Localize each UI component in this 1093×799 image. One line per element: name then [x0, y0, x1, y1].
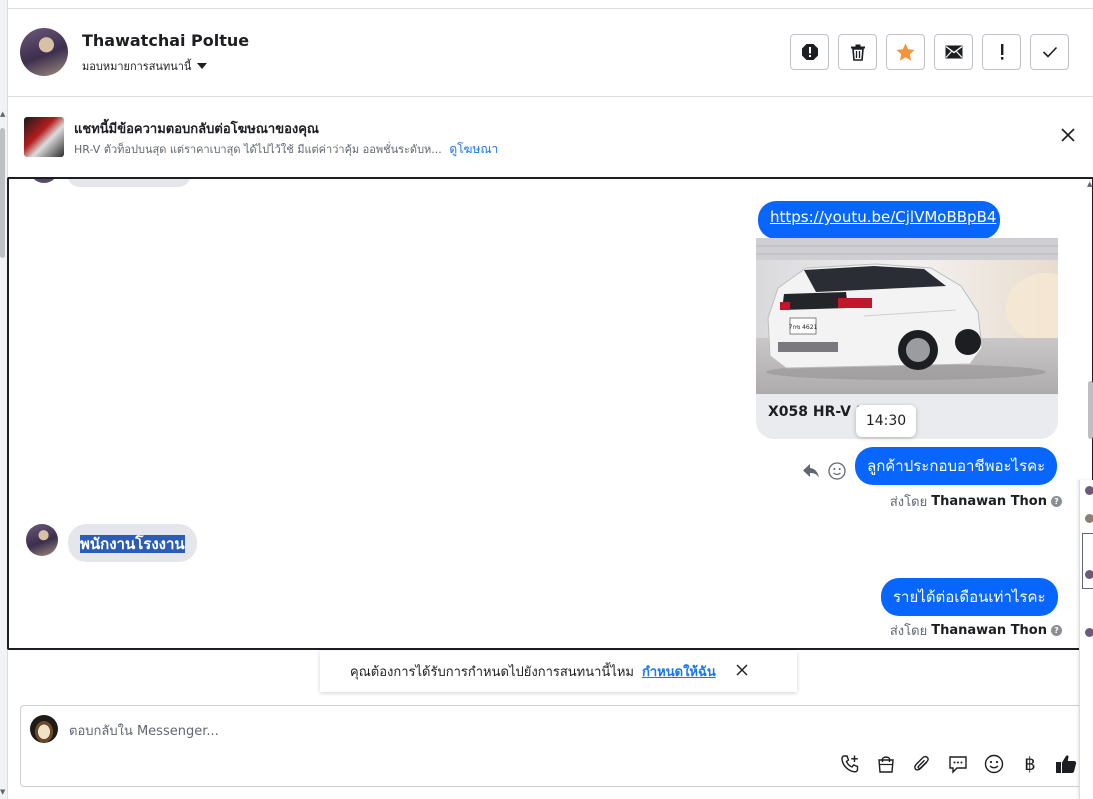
- caret-down-icon: [197, 63, 208, 69]
- incoming-message-text: พนักงานโรงงาน: [80, 535, 185, 553]
- like-button[interactable]: [1055, 753, 1077, 775]
- avatar-fragment-2: [1085, 514, 1093, 523]
- ad-banner-description: HR-V ตัวท็อปบนสุด แต่ราคาเบาสุด ได้ไปไว้…: [74, 140, 498, 159]
- star-button[interactable]: [886, 34, 925, 70]
- thumbs-up-icon: [1056, 755, 1077, 773]
- payment-button[interactable]: ฿: [1019, 753, 1041, 775]
- message-thread[interactable]: https://youtu.be/CjlVMoBBpB4 7กข 4621 X0…: [7, 177, 1093, 650]
- left-scrollbar-thumb[interactable]: [0, 128, 5, 258]
- avatar-fragment: [1085, 486, 1093, 495]
- ad-reply-banner: แชทนี้มีข้อความตอบกลับต่อโฆษณาของคุณ HR-…: [8, 97, 1093, 177]
- delete-button[interactable]: [838, 34, 877, 70]
- paperclip-icon: [914, 755, 929, 771]
- check-icon: [1042, 46, 1057, 58]
- assign-label: มอบหมายการสนทนานี้: [82, 60, 192, 73]
- report-spam-button[interactable]: [790, 34, 829, 70]
- help-icon[interactable]: ?: [1051, 496, 1062, 507]
- incoming-message-bubble[interactable]: พนักงานโรงงาน: [68, 524, 197, 562]
- header-actions: [790, 34, 1069, 70]
- view-ad-link[interactable]: ดูโฆษณา: [449, 142, 498, 156]
- contact-avatar-small[interactable]: [26, 524, 58, 556]
- sent-by-name-2: Thanawan Thon: [931, 623, 1047, 638]
- assign-to-me-prompt: คุณต้องการได้รับการกำหนดไปยังการสนทนานี้…: [320, 651, 797, 692]
- timestamp-tooltip: 14:30: [856, 405, 916, 437]
- panel-item-fragment: [1082, 533, 1093, 589]
- ad-thumbnail[interactable]: [24, 117, 64, 157]
- sent-by-name: Thanawan Thon: [931, 494, 1047, 509]
- alert-octagon-icon: [801, 44, 818, 60]
- avatar-fragment-4: [1085, 628, 1093, 637]
- call-add-icon: [841, 755, 859, 773]
- ad-banner-title: แชทนี้มีข้อความตอบกลับต่อโฆษณาของคุณ: [74, 122, 319, 137]
- ad-description-text: HR-V ตัวท็อปบนสุด แต่ราคาเบาสุด ได้ไปไว้…: [74, 143, 442, 156]
- incoming-bubble-partial: [67, 179, 191, 187]
- saved-reply-icon: [949, 756, 967, 774]
- page-avatar: [30, 715, 58, 743]
- close-icon: [1061, 128, 1075, 142]
- link-message-bubble[interactable]: https://youtu.be/CjlVMoBBpB4: [758, 201, 1000, 239]
- messenger-conversation-page: ▲ ▼ Thawatchai Poltue มอบหมายการสนทนานี้: [0, 0, 1093, 799]
- saved-replies-button[interactable]: [947, 753, 969, 775]
- reply-icon[interactable]: [802, 463, 820, 479]
- message-composer: ตอบกลับใน Messenger... ฿: [20, 705, 1093, 787]
- ad-banner-close-button[interactable]: [1061, 127, 1075, 146]
- thread-scrollbar-thumb[interactable]: [1088, 381, 1093, 439]
- reply-input[interactable]: ตอบกลับใน Messenger...: [69, 720, 219, 741]
- shopping-bag-icon: [878, 756, 894, 773]
- scroll-down-arrow-icon[interactable]: ▼: [0, 788, 6, 796]
- shop-button[interactable]: [875, 753, 897, 775]
- mark-done-button[interactable]: [1030, 34, 1069, 70]
- toast-close-button[interactable]: [736, 664, 748, 680]
- avatar-fragment-3: [1085, 570, 1093, 579]
- sent-by-label: ส่งโดย: [889, 495, 928, 510]
- follow-up-button[interactable]: [982, 34, 1021, 70]
- right-side-panel-edge: [1079, 480, 1093, 799]
- contact-avatar-partial: [29, 179, 59, 183]
- contact-avatar[interactable]: [20, 28, 68, 76]
- sent-by-note-2: ส่งโดย Thanawan Thon ?: [890, 620, 1062, 641]
- contact-name[interactable]: Thawatchai Poltue: [82, 31, 249, 50]
- assign-to-me-link[interactable]: กำหนดให้ฉัน: [642, 661, 716, 682]
- attach-button[interactable]: [911, 753, 933, 775]
- exclamation-icon: [1000, 44, 1003, 60]
- assign-prompt-text: คุณต้องการได้รับการกำหนดไปยังการสนทนานี้…: [350, 665, 634, 680]
- emoji-icon: [984, 754, 1004, 774]
- svg-text:7กข 4621: 7กข 4621: [789, 324, 818, 331]
- conversation-header: Thawatchai Poltue มอบหมายการสนทนานี้: [8, 8, 1093, 97]
- mark-unread-button[interactable]: [934, 34, 973, 70]
- react-emoji-icon[interactable]: [828, 462, 846, 480]
- assign-conversation-dropdown[interactable]: มอบหมายการสนทนานี้: [82, 57, 208, 75]
- trash-icon: [850, 44, 865, 61]
- sent-by-note: ส่งโดย Thanawan Thon ?: [890, 491, 1062, 512]
- outgoing-message-bubble[interactable]: ลูกค้าประกอบอาชีพอะไรคะ: [855, 447, 1058, 485]
- baht-icon: ฿: [1024, 753, 1036, 775]
- call-button[interactable]: [839, 753, 861, 775]
- envelope-icon: [945, 45, 962, 59]
- emoji-button[interactable]: [983, 753, 1005, 775]
- scroll-up-arrow-icon[interactable]: ▲: [0, 110, 6, 118]
- outgoing-message-bubble-2[interactable]: รายได้ต่อเดือนเท่าไรคะ: [881, 578, 1058, 616]
- scroll-up-arrow-icon-right[interactable]: ▲: [1087, 180, 1092, 188]
- composer-toolbar: ฿: [839, 753, 1077, 775]
- help-icon-2[interactable]: ?: [1051, 625, 1062, 636]
- sent-by-label-2: ส่งโดย: [889, 624, 928, 639]
- car-preview-image: 7กข 4621: [756, 238, 1058, 394]
- message-hover-tools: [802, 462, 846, 480]
- star-icon: [896, 43, 915, 61]
- close-icon: [736, 664, 748, 675]
